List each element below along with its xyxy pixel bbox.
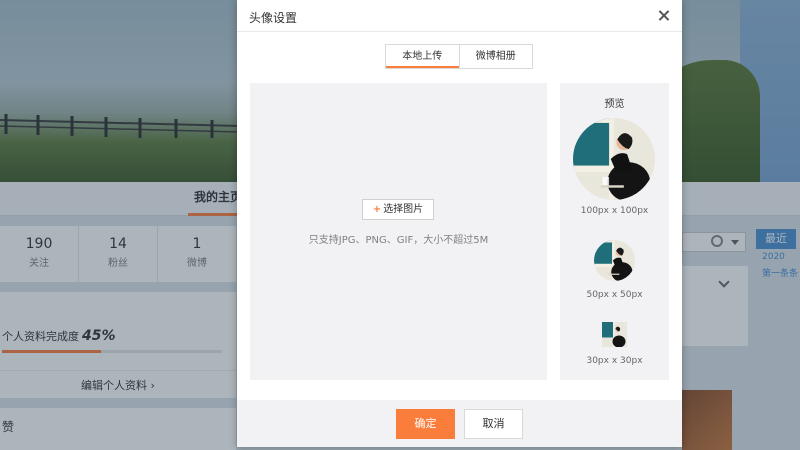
preview-title: 预览 [604,99,625,110]
dialog-header: 头像设置 [237,0,682,32]
avatar-preview-panel: 预览 100px x 100px 50px x 50px 30px x 30px [560,83,669,380]
tab-weibo-album[interactable]: 微博相册 [458,45,533,68]
confirm-button[interactable]: 确定 [396,409,455,439]
preview-small-label: 30px x 30px [586,356,643,366]
avatar-preview-small [602,322,627,347]
avatar-preview-medium [594,240,635,281]
tab-local-upload[interactable]: 本地上传 [386,45,459,68]
avatar-settings-dialog: 头像设置 本地上传 微博相册 + 选择图片 只支持JPG、PNG、GIF，大小不超… [237,0,682,447]
choose-image-label: 选择图片 [383,204,424,215]
avatar-illustration [602,322,627,347]
dialog-title: 头像设置 [249,11,298,25]
upload-hint: 只支持JPG、PNG、GIF，大小不超过5M [308,235,489,246]
plus-icon: + [372,204,382,215]
preview-large-label: 100px x 100px [580,206,649,216]
preview-medium-label: 50px x 50px [586,290,643,300]
upload-area[interactable]: + 选择图片 只支持JPG、PNG、GIF，大小不超过5M [250,83,547,380]
dialog-footer: 确定 取消 [237,400,682,447]
avatar-preview-large [573,118,655,200]
cancel-button[interactable]: 取消 [464,409,523,439]
avatar-illustration [573,118,655,200]
avatar-illustration [594,240,635,281]
close-icon[interactable] [656,8,672,24]
choose-image-button[interactable]: + 选择图片 [362,199,434,220]
upload-source-tabs: 本地上传 微博相册 [385,44,533,69]
